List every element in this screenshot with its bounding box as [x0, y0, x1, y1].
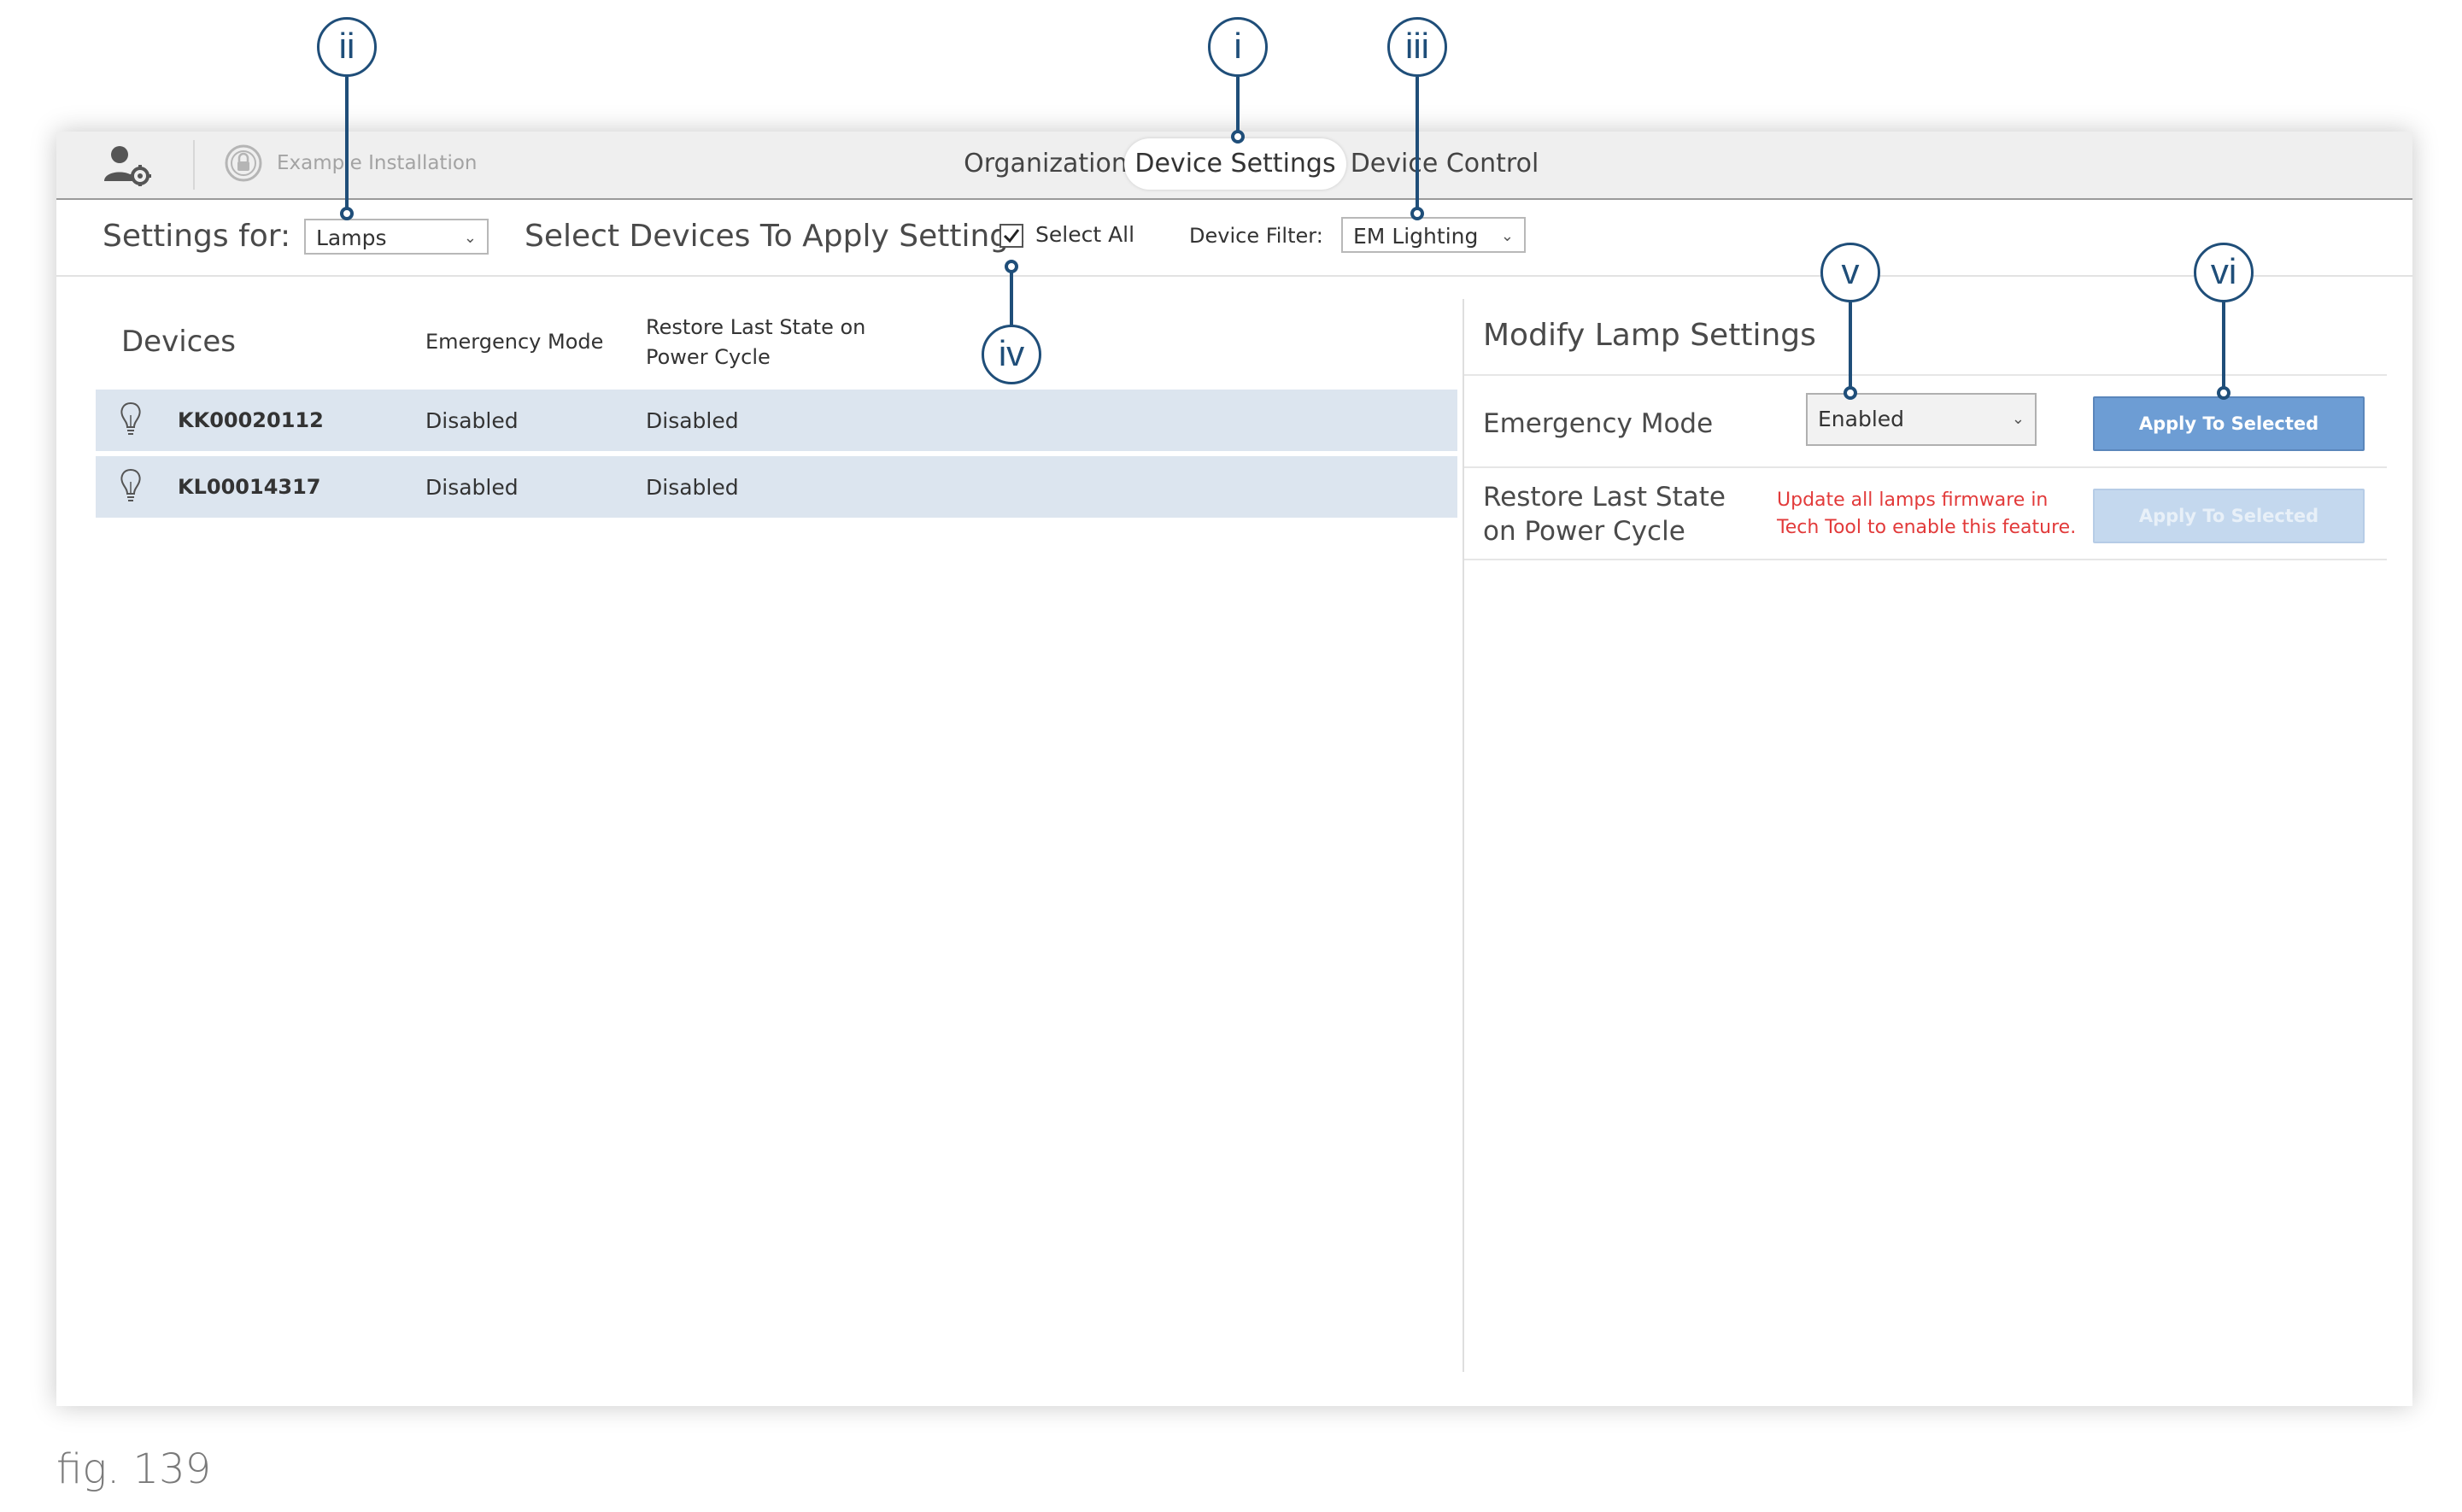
callout-iii: iii	[1387, 17, 1447, 77]
callout-leader	[345, 77, 349, 214]
column-header-restore-last-state: Restore Last State on Power Cycle	[646, 315, 866, 369]
device-type-value: Lamps	[316, 226, 387, 250]
callout-leader	[1010, 270, 1013, 326]
device-filter-label: Device Filter:	[1189, 224, 1323, 248]
emergency-mode-label: Emergency Mode	[1483, 408, 1714, 439]
divider	[1464, 466, 2387, 468]
device-filter-dropdown[interactable]: EM Lighting ⌄	[1341, 217, 1526, 253]
device-id: KL00014317	[178, 475, 321, 499]
chevron-down-icon: ⌄	[1500, 227, 1514, 245]
device-emergency-mode: Disabled	[425, 475, 519, 500]
callout-anchor	[1005, 260, 1018, 273]
divider	[1464, 374, 2387, 376]
column-header-emergency-mode: Emergency Mode	[425, 330, 604, 354]
table-row[interactable]: KK00020112 Disabled Disabled	[96, 390, 1457, 451]
device-type-dropdown[interactable]: Lamps ⌄	[304, 219, 489, 255]
callout-leader	[1416, 77, 1419, 214]
device-id: KK00020112	[178, 408, 324, 432]
modify-settings-heading: Modify Lamp Settings	[1483, 318, 1816, 353]
app-window: Example Installation Organization Device…	[56, 132, 2412, 1406]
devices-heading: Devices	[121, 325, 236, 359]
device-restore-last-state: Disabled	[646, 475, 739, 500]
panel-divider	[1463, 299, 1464, 1372]
apply-emergency-mode-button[interactable]: Apply To Selected	[2093, 396, 2365, 451]
callout-i: i	[1208, 17, 1268, 77]
callout-anchor	[1844, 386, 1857, 400]
lock-icon	[225, 144, 262, 182]
select-all-label[interactable]: Select All	[1035, 222, 1134, 247]
callout-ii: ii	[317, 17, 377, 77]
settings-for-label: Settings for:	[103, 219, 291, 254]
device-filter-value: EM Lighting	[1353, 224, 1479, 249]
select-all-checkbox[interactable]	[999, 224, 1023, 248]
restore-last-state-label: Restore Last State on Power Cycle	[1483, 482, 1726, 547]
chevron-down-icon: ⌄	[2011, 410, 2025, 428]
callout-v: v	[1820, 243, 1880, 302]
callout-leader	[1849, 301, 1852, 393]
select-devices-heading: Select Devices To Apply Settings	[525, 219, 1025, 254]
installation-name[interactable]: Example Installation	[277, 152, 477, 174]
checkmark-icon	[1003, 229, 1020, 243]
callout-iv: iv	[982, 325, 1041, 384]
callout-anchor	[2217, 386, 2230, 400]
device-emergency-mode: Disabled	[425, 408, 519, 433]
table-row[interactable]: KL00014317 Disabled Disabled	[96, 456, 1457, 518]
emergency-mode-dropdown[interactable]: Enabled ⌄	[1806, 393, 2037, 446]
firmware-warning: Update all lamps firmware in Tech Tool t…	[1777, 489, 2077, 538]
settings-bar: Settings for: Lamps ⌄ Select Devices To …	[56, 200, 2412, 277]
callout-anchor	[1231, 130, 1245, 144]
callout-vi: vi	[2194, 243, 2254, 302]
tab-device-control[interactable]: Device Control	[1346, 138, 1543, 190]
callout-anchor	[1410, 207, 1424, 220]
divider	[1464, 559, 2387, 560]
device-restore-last-state: Disabled	[646, 408, 739, 433]
apply-restore-last-state-button[interactable]: Apply To Selected	[2093, 489, 2365, 543]
lightbulb-icon	[120, 468, 141, 501]
lightbulb-icon	[120, 401, 141, 435]
figure-caption: fig. 139	[56, 1445, 212, 1493]
emergency-mode-value: Enabled	[1818, 407, 1905, 431]
topbar-divider	[193, 140, 195, 190]
user-settings-icon[interactable]	[103, 144, 152, 186]
callout-anchor	[340, 207, 354, 220]
chevron-down-icon: ⌄	[463, 229, 477, 247]
tab-device-settings[interactable]: Device Settings	[1124, 138, 1346, 190]
callout-leader	[2222, 301, 2225, 393]
